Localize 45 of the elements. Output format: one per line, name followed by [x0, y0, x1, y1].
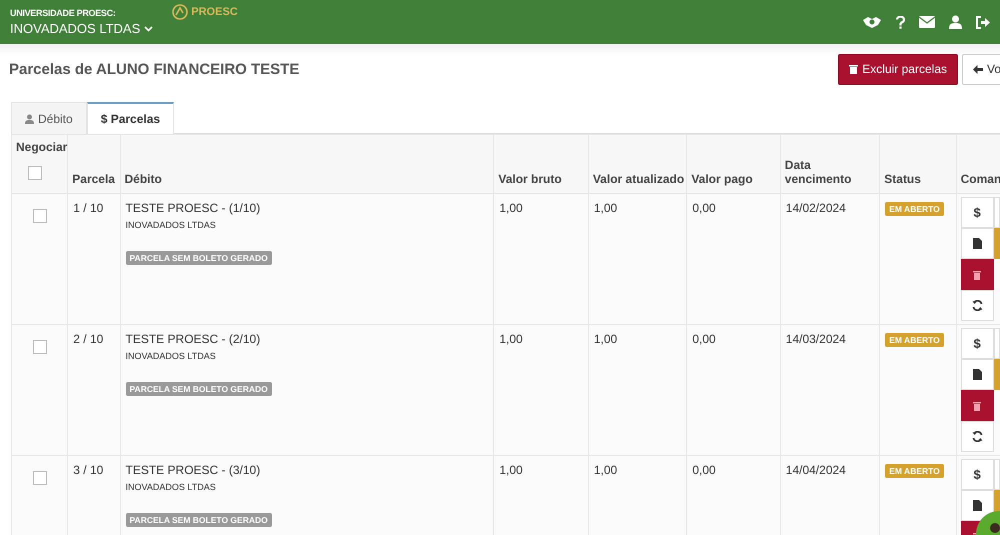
debit-name: TESTE PROESC - (1/10) — [126, 201, 262, 215]
status-badge: EM ABERTO — [885, 464, 944, 478]
installment-number: 2 / 10 — [73, 332, 104, 346]
pay-button[interactable]: $ — [960, 197, 994, 228]
company-name: INOVADADOS LTDAS — [126, 482, 217, 492]
gross-value: 1,00 — [499, 463, 523, 477]
column-header: Débito — [124, 172, 162, 186]
due-date: 14/03/2024 — [786, 332, 846, 346]
paid-value: 0,00 — [692, 463, 716, 477]
paid-value: 0,00 — [692, 332, 716, 346]
column-header: Parcela — [72, 172, 115, 186]
status-badge: EM ABERTO — [885, 333, 944, 347]
column-header: Valor atualizado — [592, 172, 684, 186]
gross-value: 1,00 — [499, 332, 523, 346]
pay-button[interactable]: $ — [960, 459, 994, 490]
column-header: Valor bruto — [498, 172, 562, 186]
column-header: Status — [884, 172, 921, 186]
installment-number: 1 / 10 — [73, 201, 104, 215]
tab[interactable]: Débito — [11, 102, 87, 134]
company-name: INOVADADOS LTDAS — [126, 351, 217, 361]
status-badge: EM ABERTO — [885, 202, 944, 216]
installment-number: 3 / 10 — [73, 463, 104, 477]
page-title: Parcelas de ALUNO FINANCEIRO TESTE — [9, 60, 300, 78]
no-boleto-badge: PARCELA SEM BOLETO GERADO — [126, 251, 272, 265]
company-name: INOVADADOS LTDAS — [126, 220, 217, 230]
column-header: Valor pago — [691, 172, 753, 186]
no-boleto-badge: PARCELA SEM BOLETO GERADO — [126, 382, 272, 396]
logo-text: PROESC — [191, 6, 238, 18]
column-header: Negociar — [16, 140, 68, 154]
due-date: 14/04/2024 — [786, 463, 846, 477]
updated-value: 1,00 — [594, 332, 618, 346]
debit-name: TESTE PROESC - (2/10) — [126, 332, 262, 346]
updated-value: 1,00 — [594, 201, 618, 215]
due-date: 14/02/2024 — [786, 201, 846, 215]
debit-name: TESTE PROESC - (3/10) — [126, 463, 262, 477]
delete-installments-button[interactable]: Excluir parcelas — [838, 54, 958, 84]
pay-button[interactable]: $ — [960, 328, 994, 359]
no-boleto-badge: PARCELA SEM BOLETO GERADO — [126, 513, 272, 527]
org-label: UNIVERSIDADE PROESC: — [10, 8, 117, 18]
company-dropdown[interactable]: INOVADADOS LTDAS — [10, 21, 154, 36]
gross-value: 1,00 — [499, 201, 523, 215]
tab[interactable]: $ Parcelas — [86, 102, 174, 134]
paid-value: 0,00 — [692, 201, 716, 215]
column-header: Data vencimento — [784, 158, 852, 186]
updated-value: 1,00 — [594, 463, 618, 477]
